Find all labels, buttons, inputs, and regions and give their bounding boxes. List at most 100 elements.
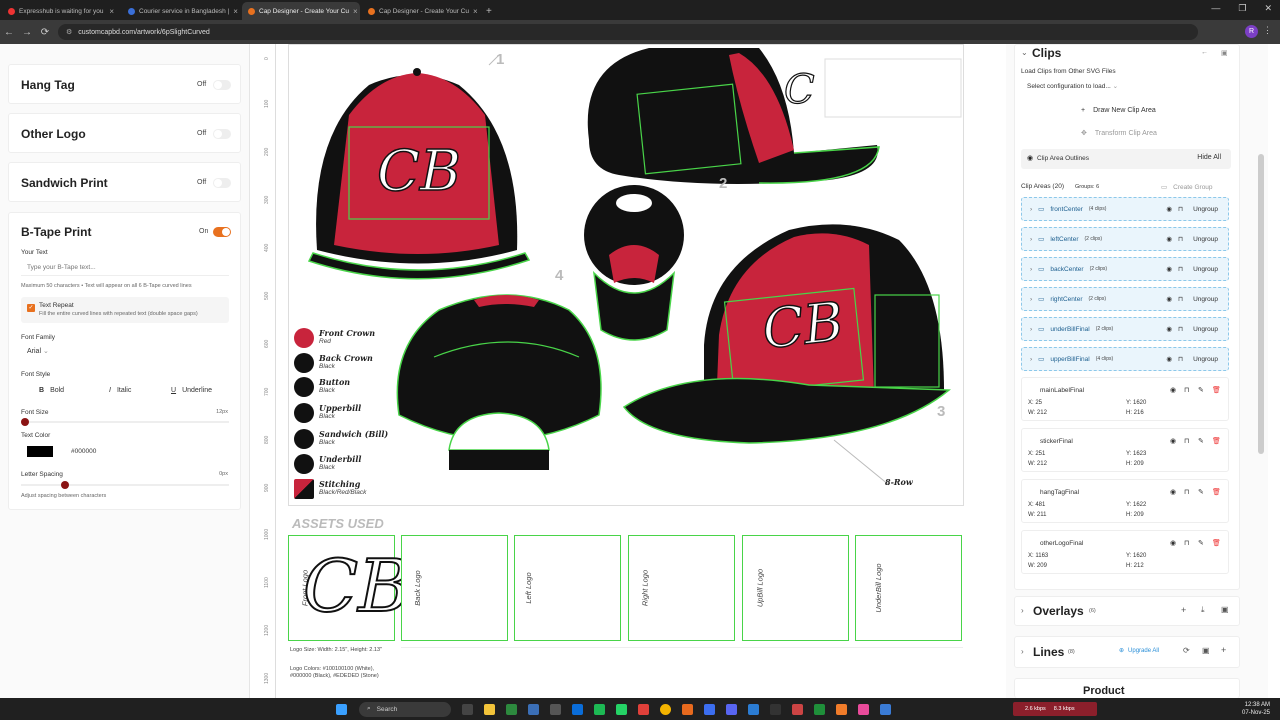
eye-icon[interactable]: ◉ — [1166, 205, 1172, 213]
clip-group-row[interactable]: › ▭ leftCenter (2 clips) ◉ ⊓ Ungroup — [1021, 227, 1229, 251]
text-repeat-box[interactable]: ✓ Text Repeat Fill the entire curved lin… — [21, 297, 229, 323]
asset-underbill-logo[interactable]: UnderBill Logo — [855, 535, 962, 641]
windows-start-icon[interactable] — [336, 703, 347, 715]
eye-icon[interactable]: ◉ — [1166, 325, 1172, 333]
asset-left-logo[interactable]: Left Logo — [514, 535, 621, 641]
clip-group-row[interactable]: › ▭ rightCenter (2 clips) ◉ ⊓ Ungroup — [1021, 287, 1229, 311]
app-icon[interactable] — [462, 703, 473, 715]
asset-back-logo[interactable]: Back Logo — [401, 535, 508, 641]
bold-button[interactable]: B Bold — [39, 387, 64, 394]
eye-icon[interactable]: ◉ — [1170, 488, 1176, 496]
app-icon[interactable] — [616, 703, 627, 715]
clip-group-row[interactable]: › ▭ frontCenter (4 clips) ◉ ⊓ Ungroup — [1021, 197, 1229, 221]
text-color-value[interactable]: #000000 — [71, 448, 96, 455]
lock-icon[interactable]: ⊓ — [1184, 539, 1189, 547]
hide-all-button[interactable]: Hide All — [1197, 154, 1221, 161]
lock-icon[interactable]: ⊓ — [1178, 265, 1183, 273]
app-icon[interactable] — [506, 703, 517, 715]
clip-group-row[interactable]: › ▭ underBillFinal (2 clips) ◉ ⊓ Ungroup — [1021, 317, 1229, 341]
ungroup-button[interactable]: Ungroup — [1193, 326, 1218, 333]
system-clock[interactable]: 12:38 AM 07-Nov-25 — [1242, 701, 1270, 717]
chevron-right-icon[interactable]: › — [1030, 266, 1032, 273]
edit-icon[interactable]: ✎ — [1198, 488, 1204, 496]
taskbar-search[interactable]: ⌕ Search — [359, 701, 451, 717]
chrome-icon[interactable] — [660, 703, 671, 715]
refresh-icon[interactable]: ⟳ — [1183, 646, 1190, 655]
lock-icon[interactable]: ⊓ — [1178, 355, 1183, 363]
add-icon[interactable]: + — [1221, 645, 1226, 655]
font-family-select[interactable]: Arial ⌄ — [27, 347, 49, 355]
lock-icon[interactable]: ⊓ — [1178, 325, 1183, 333]
chevron-right-icon[interactable]: › — [1030, 356, 1032, 363]
ungroup-button[interactable]: Ungroup — [1193, 236, 1218, 243]
edit-icon[interactable]: ✎ — [1198, 386, 1204, 394]
app-icon[interactable] — [858, 703, 869, 715]
save-icon[interactable]: ▣ — [1221, 49, 1228, 57]
other-logo-toggle[interactable] — [213, 129, 231, 139]
slider-handle[interactable] — [21, 418, 29, 426]
menu-icon[interactable]: ⋮ — [1263, 25, 1272, 36]
forward-icon[interactable]: → — [18, 27, 36, 38]
clip-item-row[interactable]: stickerFinal X: 251 Y: 1623 W: 212 H: 209 ◉ ⊓ ✎… — [1021, 428, 1229, 472]
add-icon[interactable]: + — [1181, 605, 1186, 615]
minimize-icon[interactable]: — — [1211, 3, 1220, 14]
chevron-right-icon[interactable]: › — [1030, 236, 1032, 243]
app-icon[interactable] — [814, 703, 825, 715]
asset-front-logo[interactable]: Front Logo CB — [288, 535, 412, 641]
clip-item-row[interactable]: hangTagFinal X: 481 Y: 1622 W: 211 H: 209 ◉ ⊓ ✎… — [1021, 479, 1229, 523]
close-icon[interactable]: × — [353, 7, 358, 16]
font-size-slider[interactable] — [21, 418, 229, 426]
clip-group-row[interactable]: › ▭ upperBillFinal (4 clips) ◉ ⊓ Ungroup — [1021, 347, 1229, 371]
text-repeat-checkbox[interactable]: ✓ — [27, 304, 35, 312]
browser-tab-1[interactable]: Expresshub is waiting for you × — [2, 2, 120, 20]
text-color-swatch[interactable] — [27, 446, 53, 457]
btape-toggle[interactable] — [213, 227, 231, 237]
app-icon[interactable] — [594, 703, 605, 715]
chevron-right-icon[interactable]: › — [1030, 296, 1032, 303]
lock-icon[interactable]: ⊓ — [1178, 295, 1183, 303]
delete-icon[interactable]: 🗑 — [1212, 437, 1221, 445]
app-icon[interactable] — [880, 703, 891, 715]
reload-icon[interactable]: ⟳ — [36, 27, 54, 38]
lock-icon[interactable]: ⊓ — [1184, 386, 1189, 394]
upgrade-all-button[interactable]: ⊕ Upgrade All — [1119, 647, 1159, 654]
chevron-right-icon[interactable]: › — [1030, 326, 1032, 333]
save-icon[interactable]: ▣ — [1221, 605, 1229, 614]
eye-icon[interactable]: ◉ — [1170, 539, 1176, 547]
clip-item-row[interactable]: otherLogoFinal X: 1163 Y: 1620 W: 209 H: 212… — [1021, 530, 1229, 574]
ungroup-button[interactable]: Ungroup — [1193, 206, 1218, 213]
app-icon[interactable] — [748, 703, 759, 715]
save-icon[interactable]: ▣ — [1202, 646, 1210, 655]
ungroup-button[interactable]: Ungroup — [1193, 356, 1218, 363]
delete-icon[interactable]: 🗑 — [1212, 539, 1221, 547]
slider-handle[interactable] — [61, 481, 69, 489]
close-icon[interactable]: × — [109, 7, 114, 16]
italic-button[interactable]: I Italic — [109, 387, 131, 394]
eye-icon[interactable]: ◉ — [1027, 154, 1033, 162]
app-icon[interactable] — [770, 703, 781, 715]
expand-chevron-icon[interactable]: › — [1021, 606, 1024, 615]
clip-group-row[interactable]: › ▭ backCenter (2 clips) ◉ ⊓ Ungroup — [1021, 257, 1229, 281]
close-icon[interactable]: × — [233, 7, 238, 16]
folder-icon[interactable] — [484, 703, 495, 715]
underline-button[interactable]: U Underline — [171, 387, 212, 394]
config-select[interactable]: Select configuration to load... ⌄ — [1027, 82, 1118, 90]
asset-upbill-logo[interactable]: UpBill Logo — [742, 535, 849, 641]
eye-icon[interactable]: ◉ — [1166, 235, 1172, 243]
browser-tab-3[interactable]: Cap Designer - Create Your Cu × — [242, 2, 360, 20]
ungroup-button[interactable]: Ungroup — [1193, 296, 1218, 303]
ungroup-button[interactable]: Ungroup — [1193, 266, 1218, 273]
eye-icon[interactable]: ◉ — [1166, 295, 1172, 303]
draw-new-clip-button[interactable]: + Draw New Clip Area — [1081, 107, 1156, 114]
asset-right-logo[interactable]: Right Logo — [628, 535, 735, 641]
app-icon[interactable] — [550, 703, 561, 715]
app-icon[interactable] — [638, 703, 649, 715]
letter-spacing-slider[interactable] — [21, 481, 229, 489]
scrollbar[interactable] — [1258, 154, 1264, 454]
btape-text-input[interactable] — [21, 260, 229, 276]
close-icon[interactable]: × — [473, 7, 478, 16]
app-icon[interactable] — [836, 703, 847, 715]
lock-icon[interactable]: ⊓ — [1184, 488, 1189, 496]
delete-icon[interactable]: 🗑 — [1212, 386, 1221, 394]
eye-icon[interactable]: ◉ — [1166, 355, 1172, 363]
